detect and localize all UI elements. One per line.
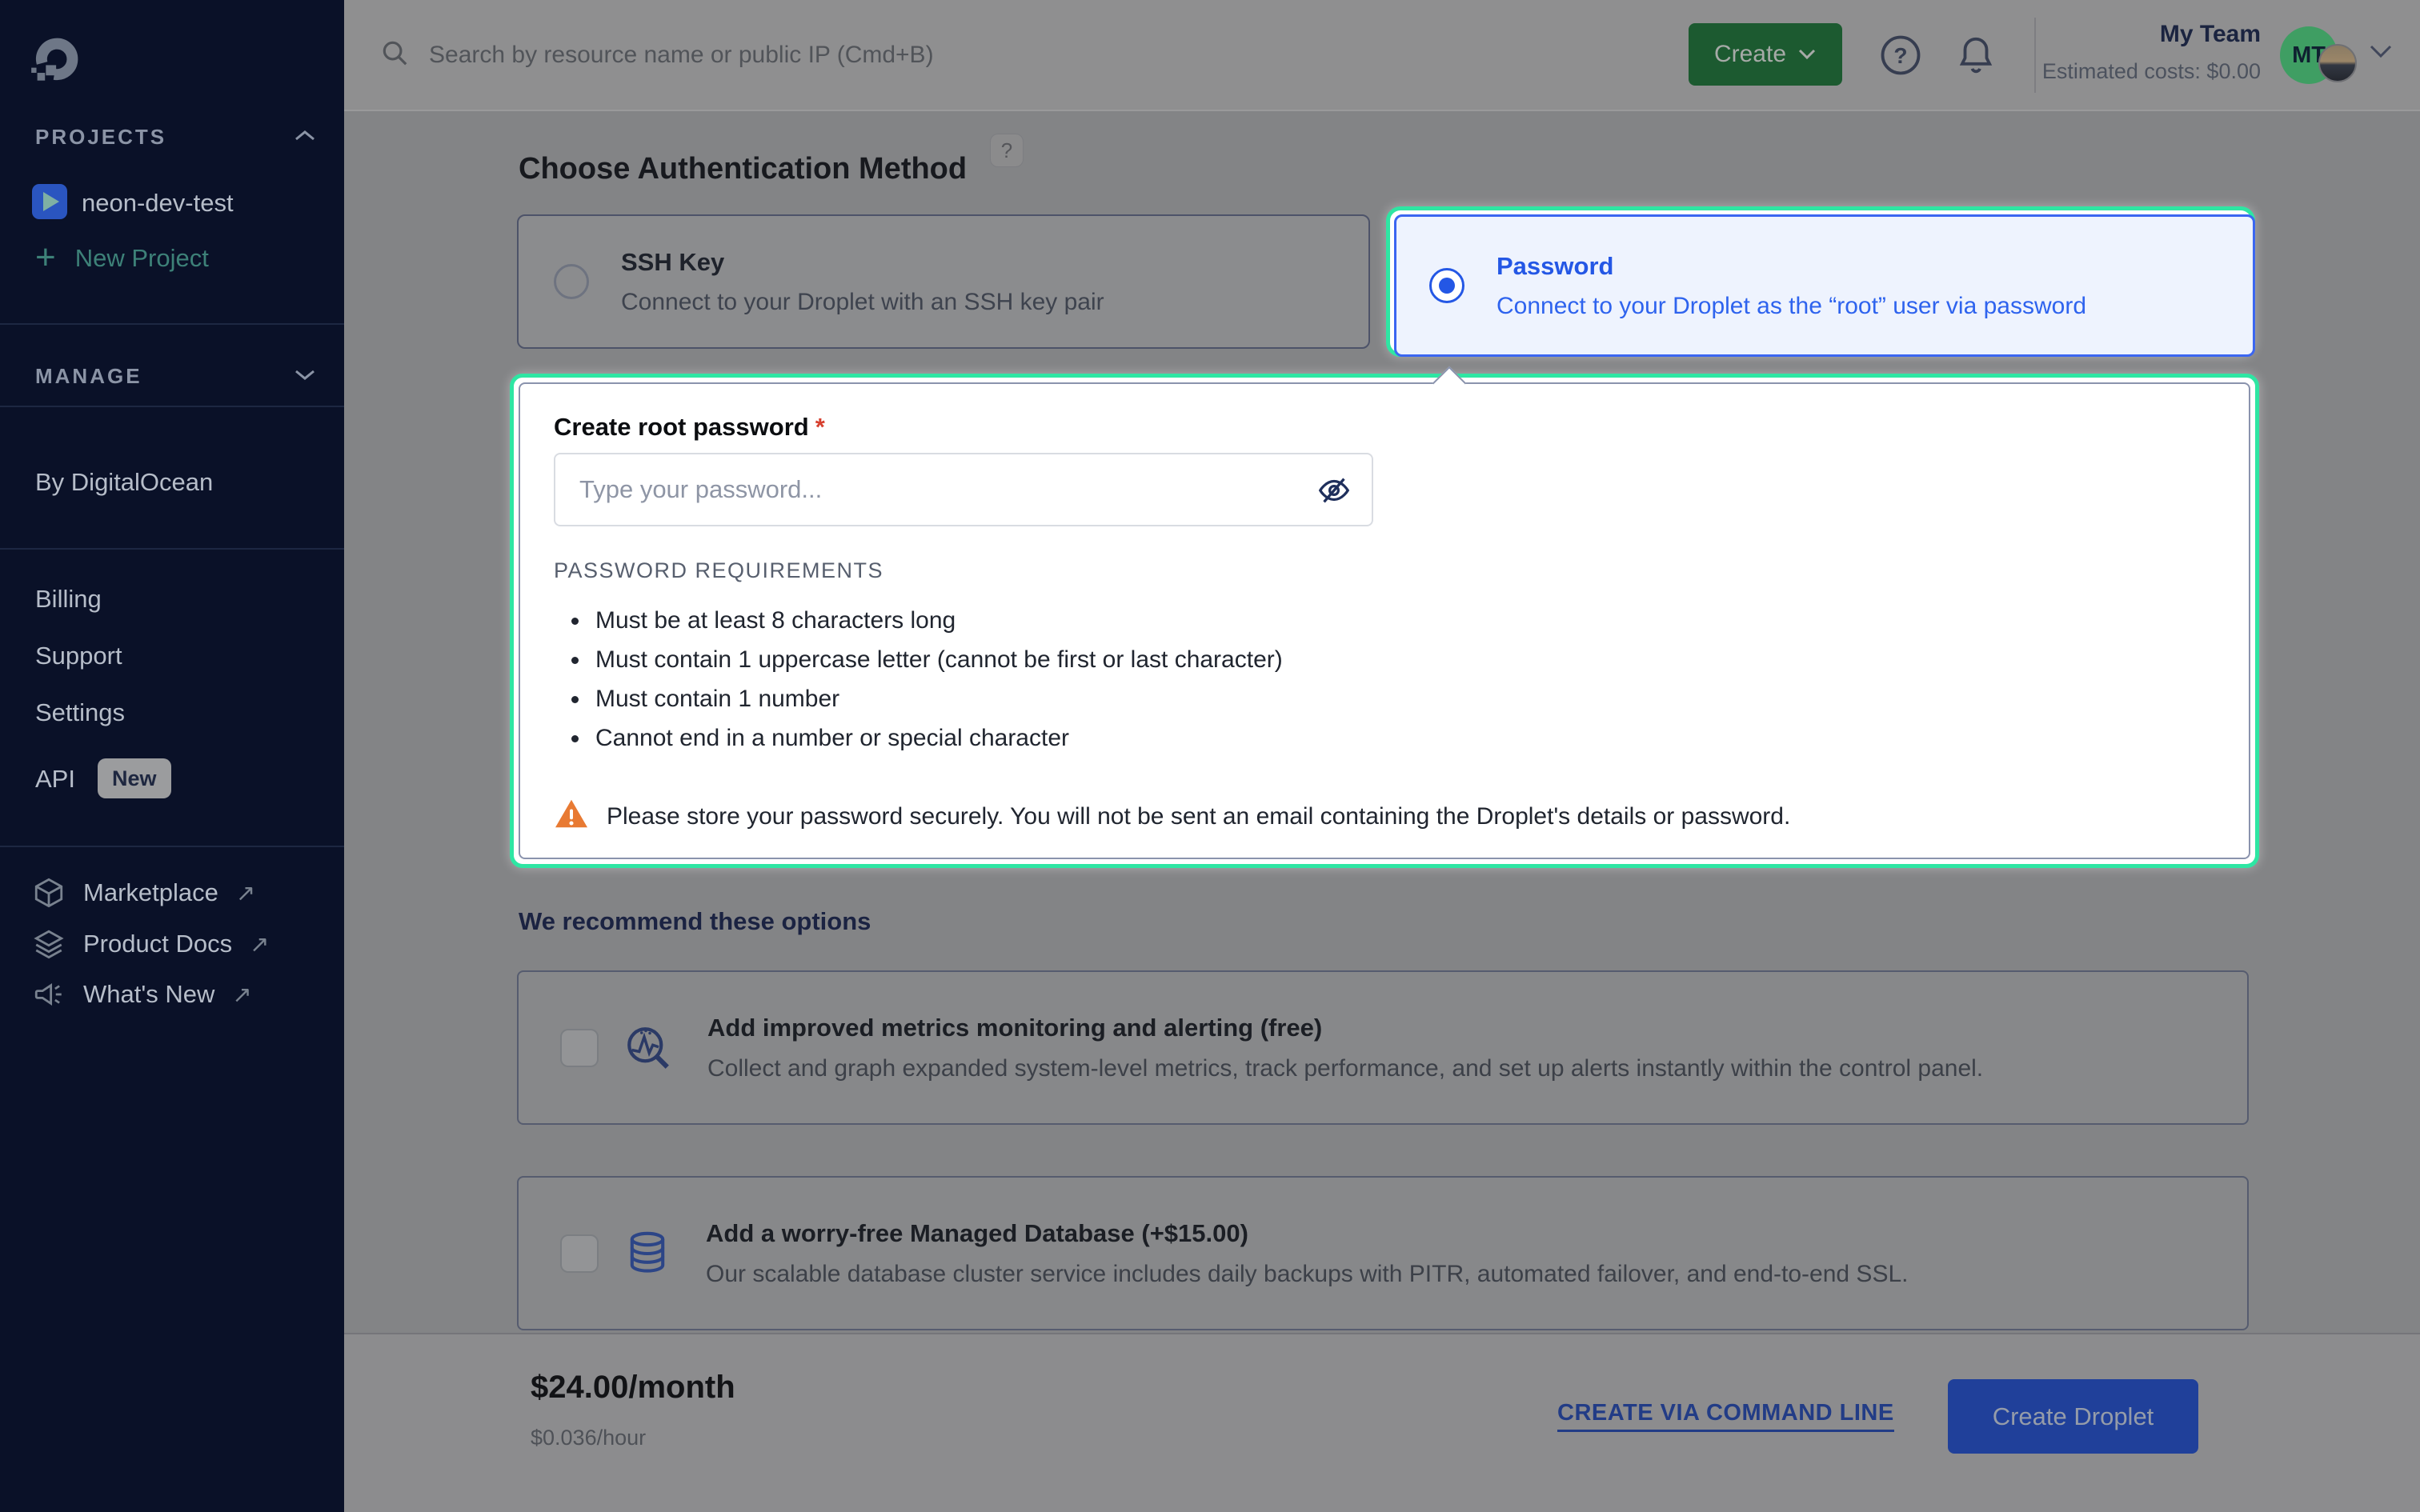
chevron-down-icon[interactable] <box>2367 42 2394 65</box>
layers-icon <box>32 927 66 961</box>
checkbox-unchecked[interactable] <box>560 1234 599 1273</box>
radio-unselected[interactable] <box>554 264 589 299</box>
external-link-icon: ↗ <box>250 930 269 958</box>
digitalocean-logo-icon[interactable] <box>28 35 81 89</box>
svg-text:?: ? <box>1893 43 1907 68</box>
manage-section-header[interactable]: MANAGE <box>35 364 142 389</box>
play-icon <box>43 192 59 211</box>
password-input-wrap <box>554 453 1373 526</box>
project-icon[interactable] <box>32 184 67 219</box>
recommend-heading: We recommend these options <box>519 907 871 936</box>
recommend-option-text: Add improved metrics monitoring and aler… <box>707 1014 1983 1082</box>
external-link-icon: ↗ <box>236 879 255 907</box>
divider <box>0 846 344 847</box>
radio-selected[interactable] <box>1429 268 1464 303</box>
password-requirements-list: Must be at least 8 characters long Must … <box>554 606 2215 753</box>
help-icon[interactable]: ? <box>1879 34 1922 81</box>
requirement-item: Must contain 1 uppercase letter (cannot … <box>591 645 2215 674</box>
help-badge[interactable]: ? <box>990 134 1024 167</box>
sidebar-item-support[interactable]: Support <box>35 642 122 670</box>
marketplace-label: Marketplace <box>83 878 218 907</box>
auth-option-text: Password Connect to your Droplet as the … <box>1496 252 2086 320</box>
megaphone-icon <box>32 978 66 1011</box>
top-bar: Search by resource name or public IP (Cm… <box>344 0 2420 111</box>
create-button[interactable]: Create <box>1689 23 1842 86</box>
estimated-costs: Estimated costs: $0.00 <box>1941 59 2261 84</box>
search-icon <box>379 38 410 72</box>
divider <box>0 406 344 407</box>
price-per-hour: $0.036/hour <box>531 1426 646 1450</box>
auth-option-password[interactable]: Password Connect to your Droplet as the … <box>1394 214 2255 357</box>
external-link-icon: ↗ <box>232 981 251 1009</box>
required-asterisk: * <box>815 413 825 441</box>
recommend-option-managed-database[interactable]: Add a worry-free Managed Database (+$15.… <box>517 1176 2249 1330</box>
recommend-option-title: Add a worry-free Managed Database (+$15.… <box>706 1219 1908 1248</box>
new-project-button[interactable]: + New Project <box>35 244 209 273</box>
create-droplet-button[interactable]: Create Droplet <box>1948 1379 2198 1454</box>
whats-new-label: What's New <box>83 980 214 1009</box>
recommend-option-desc: Collect and graph expanded system-level … <box>707 1055 1983 1082</box>
user-avatar[interactable] <box>2318 44 2357 82</box>
checkbox-unchecked[interactable] <box>560 1029 599 1067</box>
recommend-option-metrics[interactable]: Add improved metrics monitoring and aler… <box>517 970 2249 1125</box>
sidebar-item-project[interactable]: neon-dev-test <box>82 189 234 218</box>
sidebar-item-api[interactable]: API <box>35 765 75 794</box>
footer-bar: $24.00/month $0.036/hour CREATE VIA COMM… <box>344 1333 2420 1512</box>
sidebar-item-marketplace[interactable]: Marketplace ↗ <box>32 876 255 910</box>
password-input[interactable] <box>554 453 1373 526</box>
product-docs-label: Product Docs <box>83 930 232 958</box>
password-form-panel: Create root password* PASSWORD REQUIREME… <box>519 382 2250 859</box>
price-per-month: $24.00/month <box>531 1370 735 1406</box>
auth-option-text: SSH Key Connect to your Droplet with an … <box>621 248 1104 316</box>
new-badge: New <box>98 758 171 798</box>
auth-option-title: SSH Key <box>621 248 1104 277</box>
plus-icon: + <box>35 245 56 270</box>
create-button-label: Create <box>1714 41 1786 68</box>
password-requirements-header: PASSWORD REQUIREMENTS <box>554 558 2215 583</box>
team-name: My Team <box>1941 21 2261 48</box>
requirement-item: Must be at least 8 characters long <box>591 606 2215 635</box>
new-project-label: New Project <box>75 244 209 273</box>
droplet-create-page: PROJECTS neon-dev-test + New Project MAN… <box>0 0 2420 1512</box>
cube-icon <box>32 876 66 910</box>
main-content: Choose Authentication Method ? SSH Key C… <box>344 111 2420 1333</box>
metrics-monitoring-icon <box>624 1024 672 1072</box>
recommend-option-desc: Our scalable database cluster service in… <box>706 1261 1908 1288</box>
page-title: Choose Authentication Method <box>519 152 967 186</box>
recommend-option-text: Add a worry-free Managed Database (+$15.… <box>706 1219 1908 1288</box>
sidebar: PROJECTS neon-dev-test + New Project MAN… <box>0 0 344 1512</box>
eye-off-icon[interactable] <box>1316 472 1352 513</box>
sidebar-item-billing[interactable]: Billing <box>35 585 102 614</box>
global-search[interactable]: Search by resource name or public IP (Cm… <box>379 0 934 110</box>
chevron-down-icon[interactable] <box>293 366 317 386</box>
divider <box>0 323 344 325</box>
auth-option-ssh-key[interactable]: SSH Key Connect to your Droplet with an … <box>517 214 1370 349</box>
sidebar-item-product-docs[interactable]: Product Docs ↗ <box>32 927 269 961</box>
search-placeholder: Search by resource name or public IP (Cm… <box>429 42 934 69</box>
warning-text: Please store your password securely. You… <box>607 803 1790 830</box>
auth-option-desc: Connect to your Droplet as the “root” us… <box>1496 293 2086 320</box>
password-warning: Please store your password securely. You… <box>554 798 2215 836</box>
sidebar-item-settings[interactable]: Settings <box>35 698 125 727</box>
auth-option-title: Password <box>1496 252 2086 281</box>
divider <box>0 548 344 550</box>
sidebar-item-whats-new[interactable]: What's New ↗ <box>32 978 252 1011</box>
panel-caret <box>1432 366 1466 400</box>
create-via-command-line-link[interactable]: CREATE VIA COMMAND LINE <box>1557 1400 1894 1432</box>
team-info[interactable]: My Team Estimated costs: $0.00 <box>1941 21 2261 84</box>
highlight-ring-password-form: Create root password* PASSWORD REQUIREME… <box>510 374 2259 868</box>
warning-icon <box>554 798 589 836</box>
sidebar-item-by-digitalocean[interactable]: By DigitalOcean <box>35 468 213 497</box>
highlight-ring-password: Password Connect to your Droplet as the … <box>1386 206 2255 357</box>
password-label: Create root password* <box>554 413 2215 442</box>
database-icon <box>624 1230 671 1278</box>
chevron-up-icon[interactable] <box>293 128 317 148</box>
projects-section-header[interactable]: PROJECTS <box>35 125 166 150</box>
requirement-item: Cannot end in a number or special charac… <box>591 723 2215 753</box>
auth-option-desc: Connect to your Droplet with an SSH key … <box>621 289 1104 316</box>
requirement-item: Must contain 1 number <box>591 684 2215 714</box>
recommend-option-title: Add improved metrics monitoring and aler… <box>707 1014 1983 1042</box>
